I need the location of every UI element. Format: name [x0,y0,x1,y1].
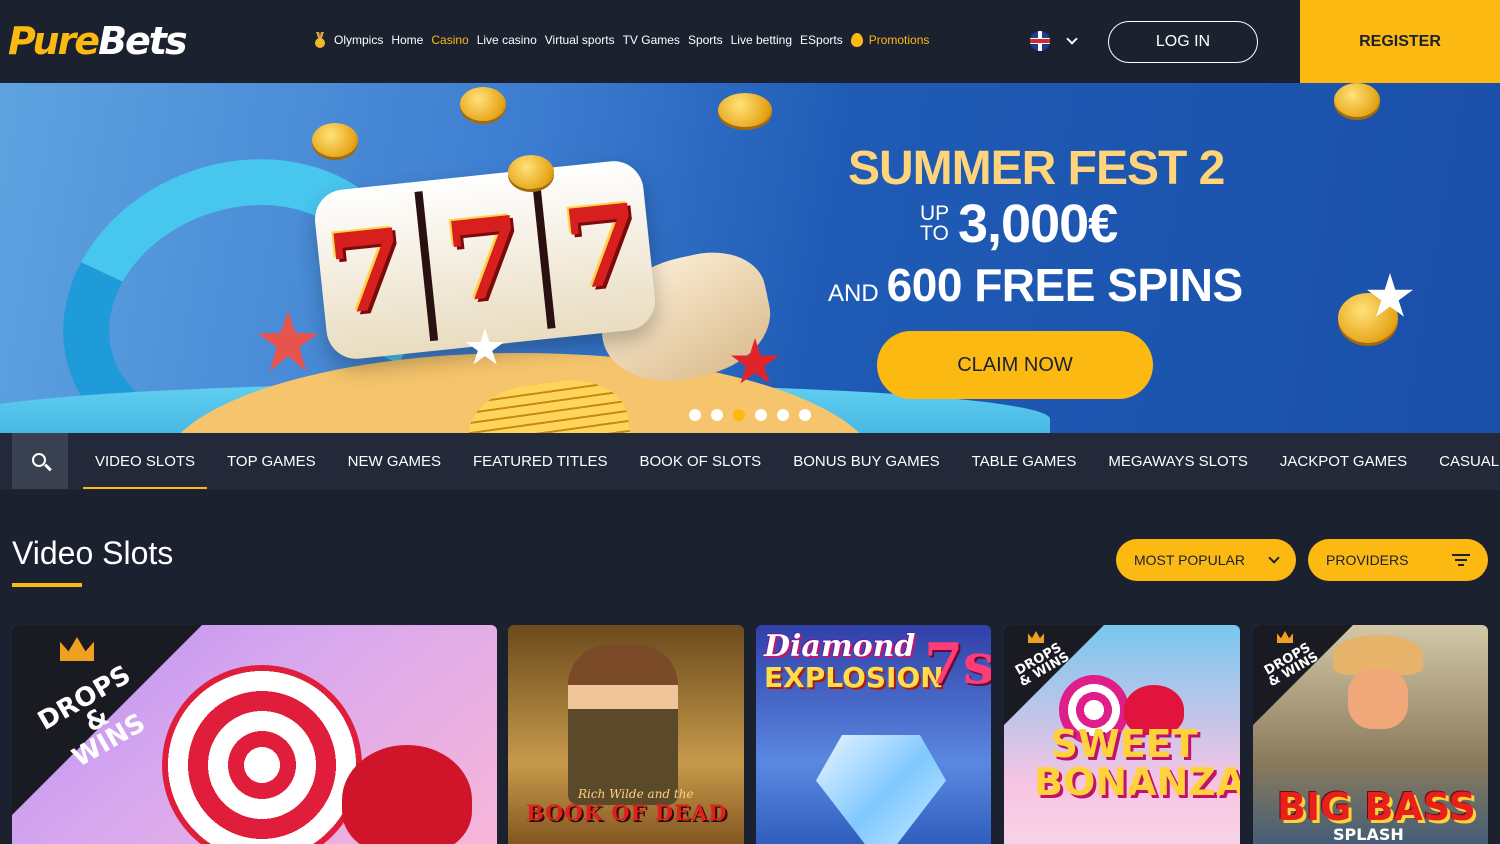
claim-now-button[interactable]: CLAIM NOW [877,331,1153,399]
nav-live-betting[interactable]: Live betting [731,33,792,47]
purebets-logo[interactable]: PureBets [8,18,188,64]
nav-home[interactable]: Home [391,33,423,47]
game-title: BIG BASS [1277,785,1476,829]
seven-symbol: 7 [322,203,413,341]
game-sevens: 7s [924,631,991,697]
game-title-2: EXPLOSION [764,661,944,694]
game-card[interactable]: DROPS & WINS [12,625,497,844]
category-bar: VIDEO SLOTS TOP GAMES NEW GAMES FEATURED… [0,433,1500,490]
diamond-graphic [816,735,946,844]
main-nav: Olympics Home Casino Live casino Virtual… [314,32,929,48]
register-button[interactable]: REGISTER [1300,0,1500,83]
tab-featured-titles[interactable]: FEATURED TITLES [461,433,619,489]
carousel-dot[interactable] [755,409,767,421]
tab-megaways-slots[interactable]: MEGAWAYS SLOTS [1096,433,1259,489]
game-card-diamond-explosion[interactable]: Diamond EXPLOSION 7s [756,625,991,844]
login-button[interactable]: LOG IN [1108,21,1258,63]
flame-icon [850,33,863,47]
fisherman-graphic [1348,669,1408,729]
game-subtitle: SPLASH [1333,825,1404,844]
nav-olympics[interactable]: Olympics [314,32,383,48]
explorer-graphic [568,645,678,805]
game-card-sweet-bonanza[interactable]: DROPS & WINS SWEET BONANZA [1004,625,1240,844]
carousel-dot[interactable] [689,409,701,421]
filter-icon [1452,554,1470,566]
logo-part-pure: Pure [8,19,100,63]
reel-separator [414,191,438,342]
game-card-book-of-dead[interactable]: Rich Wilde and the BOOK OF DEAD [508,625,744,844]
game-title: SWEET BONANZA [1034,722,1240,804]
seven-symbol: 7 [440,191,530,328]
nav-virtual-sports[interactable]: Virtual sports [545,33,615,47]
tab-new-games[interactable]: NEW GAMES [336,433,453,489]
nav-promotions[interactable]: Promotions [850,33,929,47]
carousel-dot-active[interactable] [733,409,745,421]
promo-and: AND [828,280,879,307]
providers-filter-button[interactable]: PROVIDERS [1308,539,1488,581]
carousel-dot[interactable] [711,409,723,421]
carousel-dots [689,409,811,421]
coin-graphic [312,123,358,157]
sort-label: MOST POPULAR [1134,552,1245,568]
nav-tv-games[interactable]: TV Games [623,33,680,47]
section-underline [12,583,82,587]
tab-book-of-slots[interactable]: BOOK OF SLOTS [627,433,773,489]
promo-title: SUMMER FEST 2 [848,142,1225,195]
coin-graphic [460,87,506,121]
promo-spins-count: 600 FREE SPINS [886,259,1244,311]
sort-dropdown[interactable]: MOST POPULAR [1116,539,1296,581]
nav-sports[interactable]: Sports [688,33,723,47]
coin-graphic [508,155,554,189]
uk-flag-icon [1030,31,1050,51]
reel-separator [531,178,556,329]
coin-graphic [1334,83,1380,117]
section-title: Video Slots [12,535,174,571]
game-subtitle: Rich Wilde and the [578,787,694,801]
chevron-down-icon [1066,33,1078,45]
tab-bonus-buy-games[interactable]: BONUS BUY GAMES [781,433,951,489]
language-selector[interactable] [1030,31,1078,51]
game-title: Diamond [764,629,916,664]
heart-graphic [342,745,472,844]
game-title: BOOK OF DEAD [526,800,728,825]
category-tabs: VIDEO SLOTS TOP GAMES NEW GAMES FEATURED… [83,433,1500,490]
chevron-down-icon [1268,552,1280,564]
search-icon [31,452,46,467]
carousel-dot[interactable] [799,409,811,421]
promo-up-to: UP TO [920,202,949,245]
tab-casual-games[interactable]: CASUAL GAMES [1427,433,1500,489]
tab-jackpot-games[interactable]: JACKPOT GAMES [1268,433,1419,489]
coin-graphic [718,93,772,127]
promo-banner: 7 7 7 SUMMER FEST 2 UP TO 3,000€ AND 600… [0,83,1500,433]
providers-label: PROVIDERS [1326,552,1409,568]
promo-amount: UP TO 3,000€ [920,193,1118,255]
tab-top-games[interactable]: TOP GAMES [215,433,328,489]
promo-bonus-amount: 3,000€ [958,194,1118,254]
tab-table-games[interactable]: TABLE GAMES [960,433,1089,489]
nav-casino[interactable]: Casino [431,33,468,47]
carousel-dot[interactable] [777,409,789,421]
nav-esports[interactable]: ESports [800,33,843,47]
promo-free-spins: AND 600 FREE SPINS [828,258,1243,312]
nav-live-casino[interactable]: Live casino [477,33,537,47]
medal-icon [314,32,326,48]
seven-symbol: 7 [557,178,648,316]
logo-part-bets: Bets [98,19,188,63]
tab-video-slots[interactable]: VIDEO SLOTS [83,433,208,489]
site-header: PureBets Olympics Home Casino Live casin… [0,0,1500,83]
search-button[interactable] [12,433,68,489]
game-card-big-bass-splash[interactable]: DROPS & WINS BIG BASS SPLASH [1253,625,1488,844]
